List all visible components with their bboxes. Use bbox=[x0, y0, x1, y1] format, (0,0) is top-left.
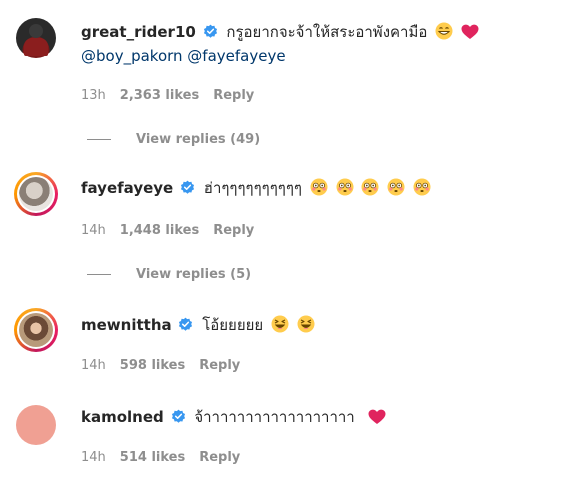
comment-text: โอ้ยยยยย bbox=[202, 316, 264, 334]
laughing-emoji bbox=[297, 315, 315, 333]
comment-likes[interactable]: 598 likes bbox=[120, 358, 185, 373]
comment-likes[interactable]: 2,363 likes bbox=[120, 88, 199, 103]
comment-text: จ้าาาาาาาาาาาาาาาาาา bbox=[194, 408, 355, 426]
comment-text: ฮ่าๆๆๆๆๆๆๆๆๆๆ bbox=[203, 179, 302, 197]
avatar[interactable] bbox=[16, 18, 56, 58]
avatar[interactable] bbox=[14, 308, 58, 352]
comment-mentions[interactable]: @boy_pakorn @fayefayeye bbox=[81, 47, 286, 65]
reply-button[interactable]: Reply bbox=[213, 223, 254, 238]
grin-emoji bbox=[435, 22, 453, 40]
heart-emoji bbox=[461, 24, 479, 40]
comment-time[interactable]: 13h bbox=[81, 88, 106, 103]
flushed-emoji bbox=[336, 178, 354, 196]
verified-badge-icon bbox=[180, 180, 195, 195]
comment-likes[interactable]: 1,448 likes bbox=[120, 223, 199, 238]
flushed-emoji bbox=[310, 178, 328, 196]
reply-button[interactable]: Reply bbox=[213, 88, 254, 103]
comment-username[interactable]: kamolned bbox=[81, 408, 164, 426]
verified-badge-icon bbox=[203, 24, 218, 39]
comment-text: กรูอยากจะจ้าให้สระอาพังคามือ bbox=[226, 23, 428, 41]
laughing-emoji bbox=[271, 315, 289, 333]
replies-divider bbox=[87, 139, 111, 140]
reply-button[interactable]: Reply bbox=[199, 358, 240, 373]
flushed-emoji bbox=[413, 178, 431, 196]
comment-time[interactable]: 14h bbox=[81, 223, 106, 238]
avatar[interactable] bbox=[14, 172, 58, 216]
view-replies-button[interactable]: View replies (49) bbox=[87, 132, 260, 147]
flushed-emoji bbox=[361, 178, 379, 196]
verified-badge-icon bbox=[178, 317, 193, 332]
reply-button[interactable]: Reply bbox=[199, 450, 240, 465]
heart-emoji bbox=[368, 409, 386, 425]
avatar[interactable] bbox=[16, 405, 56, 445]
comment-likes[interactable]: 514 likes bbox=[120, 450, 185, 465]
verified-badge-icon bbox=[171, 409, 186, 424]
flushed-emoji bbox=[387, 178, 405, 196]
view-replies-label: View replies (5) bbox=[136, 267, 252, 282]
comment-time[interactable]: 14h bbox=[81, 358, 106, 373]
view-replies-button[interactable]: View replies (5) bbox=[87, 267, 251, 282]
replies-divider bbox=[87, 274, 111, 275]
view-replies-label: View replies (49) bbox=[136, 132, 261, 147]
comment-username[interactable]: great_rider10 bbox=[81, 23, 196, 41]
comment-time[interactable]: 14h bbox=[81, 450, 106, 465]
comment-username[interactable]: fayefayeye bbox=[81, 179, 173, 197]
comment-username[interactable]: mewnittha bbox=[81, 316, 172, 334]
